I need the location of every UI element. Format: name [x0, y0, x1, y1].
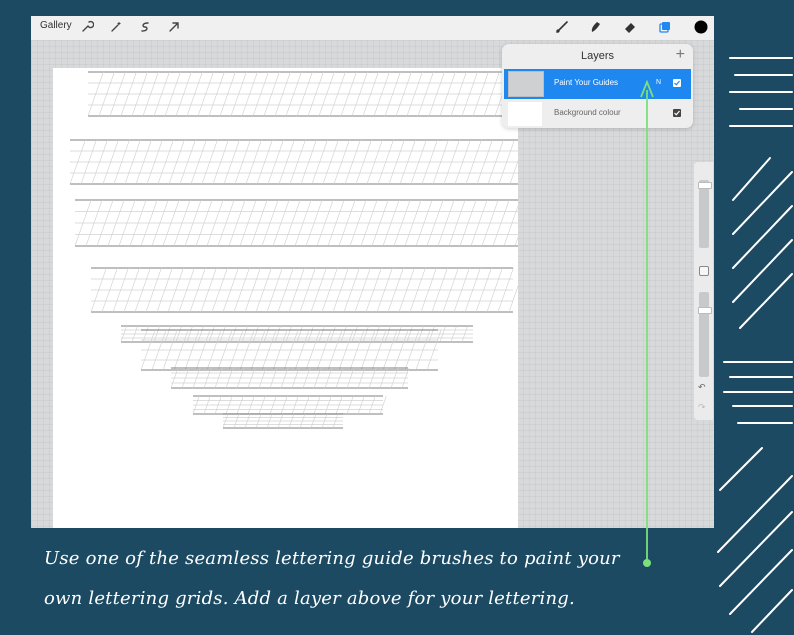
side-sliders: ↶ ↷ — [694, 162, 713, 420]
guide-band — [222, 413, 343, 429]
add-layer-button[interactable]: + — [676, 46, 685, 64]
layers-panel-title: Layers — [580, 50, 615, 62]
lettering-guides — [69, 71, 518, 429]
layers-panel: Layers + Paint Your Guides N Background … — [502, 44, 693, 128]
opacity-slider[interactable] — [698, 292, 712, 377]
layer-name: Paint Your Guides — [554, 78, 619, 87]
guide-band — [90, 267, 518, 313]
procreate-app: Gallery Layers + Paint Your Guides N Bac… — [31, 16, 714, 528]
drawing-canvas[interactable] — [53, 68, 518, 528]
decorative-stripes — [717, 57, 793, 633]
guide-band — [69, 139, 518, 185]
transform-arrow-icon[interactable] — [166, 19, 182, 35]
wrench-icon[interactable] — [79, 19, 95, 35]
layer-thumbnail — [508, 71, 544, 97]
selection-icon[interactable] — [137, 19, 153, 35]
layer-visibility-checkbox[interactable] — [673, 109, 681, 117]
undo-icon[interactable]: ↶ — [698, 383, 706, 393]
annotation-line-1: Use one of the seamless lettering guide … — [44, 548, 620, 569]
top-toolbar: Gallery — [31, 16, 714, 40]
layer-row-background-colour[interactable]: Background colour — [504, 99, 691, 129]
guide-band — [140, 329, 442, 371]
layer-name: Background colour — [554, 108, 621, 117]
color-swatch-button[interactable] — [693, 19, 709, 35]
eraser-icon[interactable] — [622, 19, 638, 35]
opacity-knob[interactable] — [698, 307, 712, 314]
layers-icon[interactable] — [657, 19, 673, 35]
smudge-icon[interactable] — [587, 19, 603, 35]
layer-visibility-checkbox[interactable] — [673, 79, 681, 87]
layer-row-paint-your-guides[interactable]: Paint Your Guides N — [504, 69, 691, 99]
redo-icon[interactable]: ↷ — [698, 403, 706, 413]
brush-size-slider[interactable] — [698, 180, 712, 248]
guide-band — [192, 395, 387, 415]
guide-band — [170, 367, 410, 389]
brush-icon[interactable] — [554, 19, 570, 35]
magic-wand-icon[interactable] — [108, 19, 124, 35]
layer-thumbnail — [508, 102, 542, 126]
modify-button[interactable] — [699, 266, 709, 276]
gallery-button[interactable]: Gallery — [40, 20, 72, 31]
annotation-line-2: own lettering grids. Add a layer above f… — [44, 588, 575, 609]
guide-band — [87, 71, 518, 117]
blend-mode-button[interactable]: N — [656, 79, 661, 86]
brush-size-knob[interactable] — [698, 182, 712, 189]
guide-band — [74, 199, 518, 247]
